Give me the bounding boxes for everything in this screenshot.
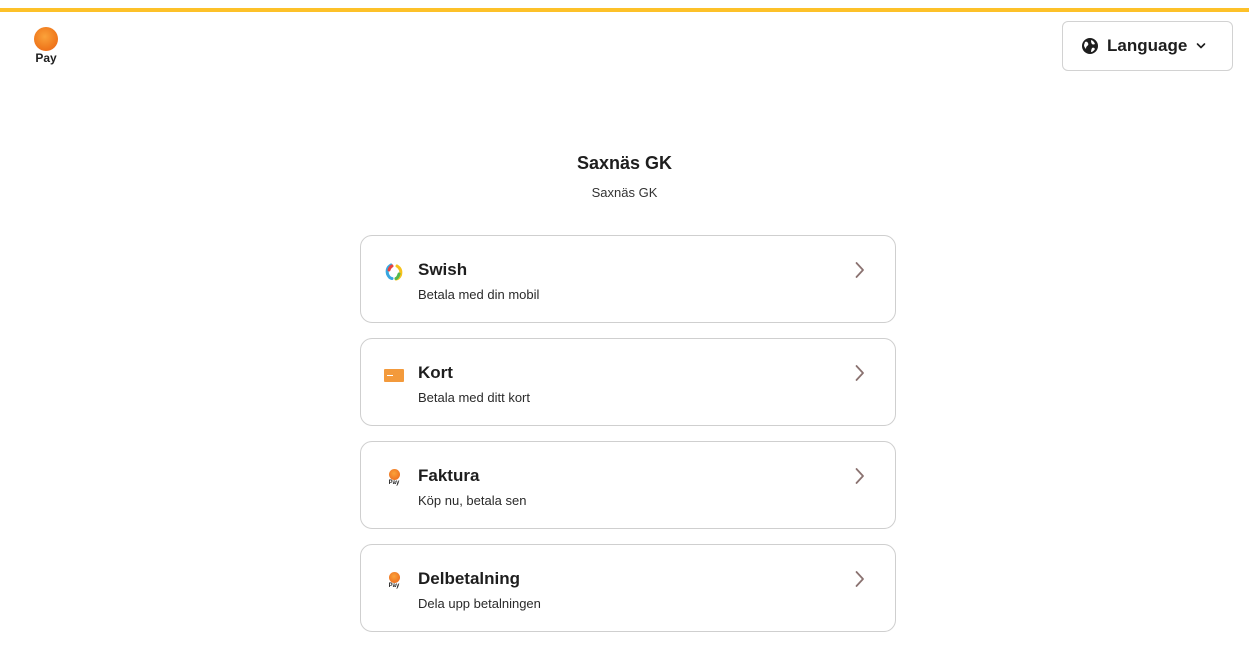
chevron-right-icon	[855, 468, 864, 484]
pay-logo-icon: Pay	[384, 571, 404, 591]
payment-method-description: Köp nu, betala sen	[418, 493, 527, 508]
swish-icon	[384, 262, 404, 282]
payment-method-swish[interactable]: Swish Betala med din mobil	[360, 235, 896, 323]
merchant-header: Saxnäs GK Saxnäs GK	[0, 153, 1249, 200]
brand-logo[interactable]: Pay	[31, 27, 61, 64]
card-icon	[384, 365, 404, 385]
chevron-right-icon	[855, 262, 864, 278]
globe-icon	[1082, 38, 1098, 54]
payment-method-title: Faktura	[418, 466, 480, 485]
chevron-down-icon	[1196, 43, 1206, 49]
pay-logo-icon-text: Pay	[388, 583, 400, 589]
payment-method-title: Kort	[418, 363, 453, 382]
language-button[interactable]: Language	[1062, 21, 1233, 71]
brand-logo-text: Pay	[35, 51, 57, 65]
payment-method-title: Swish	[418, 260, 468, 279]
payment-method-description: Dela upp betalningen	[418, 596, 541, 611]
chevron-right-icon	[855, 571, 864, 587]
top-accent-bar	[0, 8, 1249, 12]
payment-method-description: Betala med din mobil	[418, 287, 540, 302]
merchant-subtitle: Saxnäs GK	[591, 185, 658, 200]
chevron-right-icon	[855, 365, 864, 381]
payment-method-invoice[interactable]: Pay Faktura Köp nu, betala sen	[360, 441, 896, 529]
pay-logo-icon: Pay	[384, 468, 404, 488]
payment-method-description: Betala med ditt kort	[418, 390, 530, 405]
merchant-title: Saxnäs GK	[576, 153, 673, 173]
brand-logo-icon	[34, 27, 58, 51]
payment-methods-list: Swish Betala med din mobil Kort Betala m…	[360, 235, 896, 647]
payment-method-card[interactable]: Kort Betala med ditt kort	[360, 338, 896, 426]
payment-method-title: Delbetalning	[418, 569, 521, 588]
language-label: Language	[1107, 36, 1188, 55]
pay-logo-icon-text: Pay	[388, 480, 400, 486]
payment-method-installment[interactable]: Pay Delbetalning Dela upp betalningen	[360, 544, 896, 632]
